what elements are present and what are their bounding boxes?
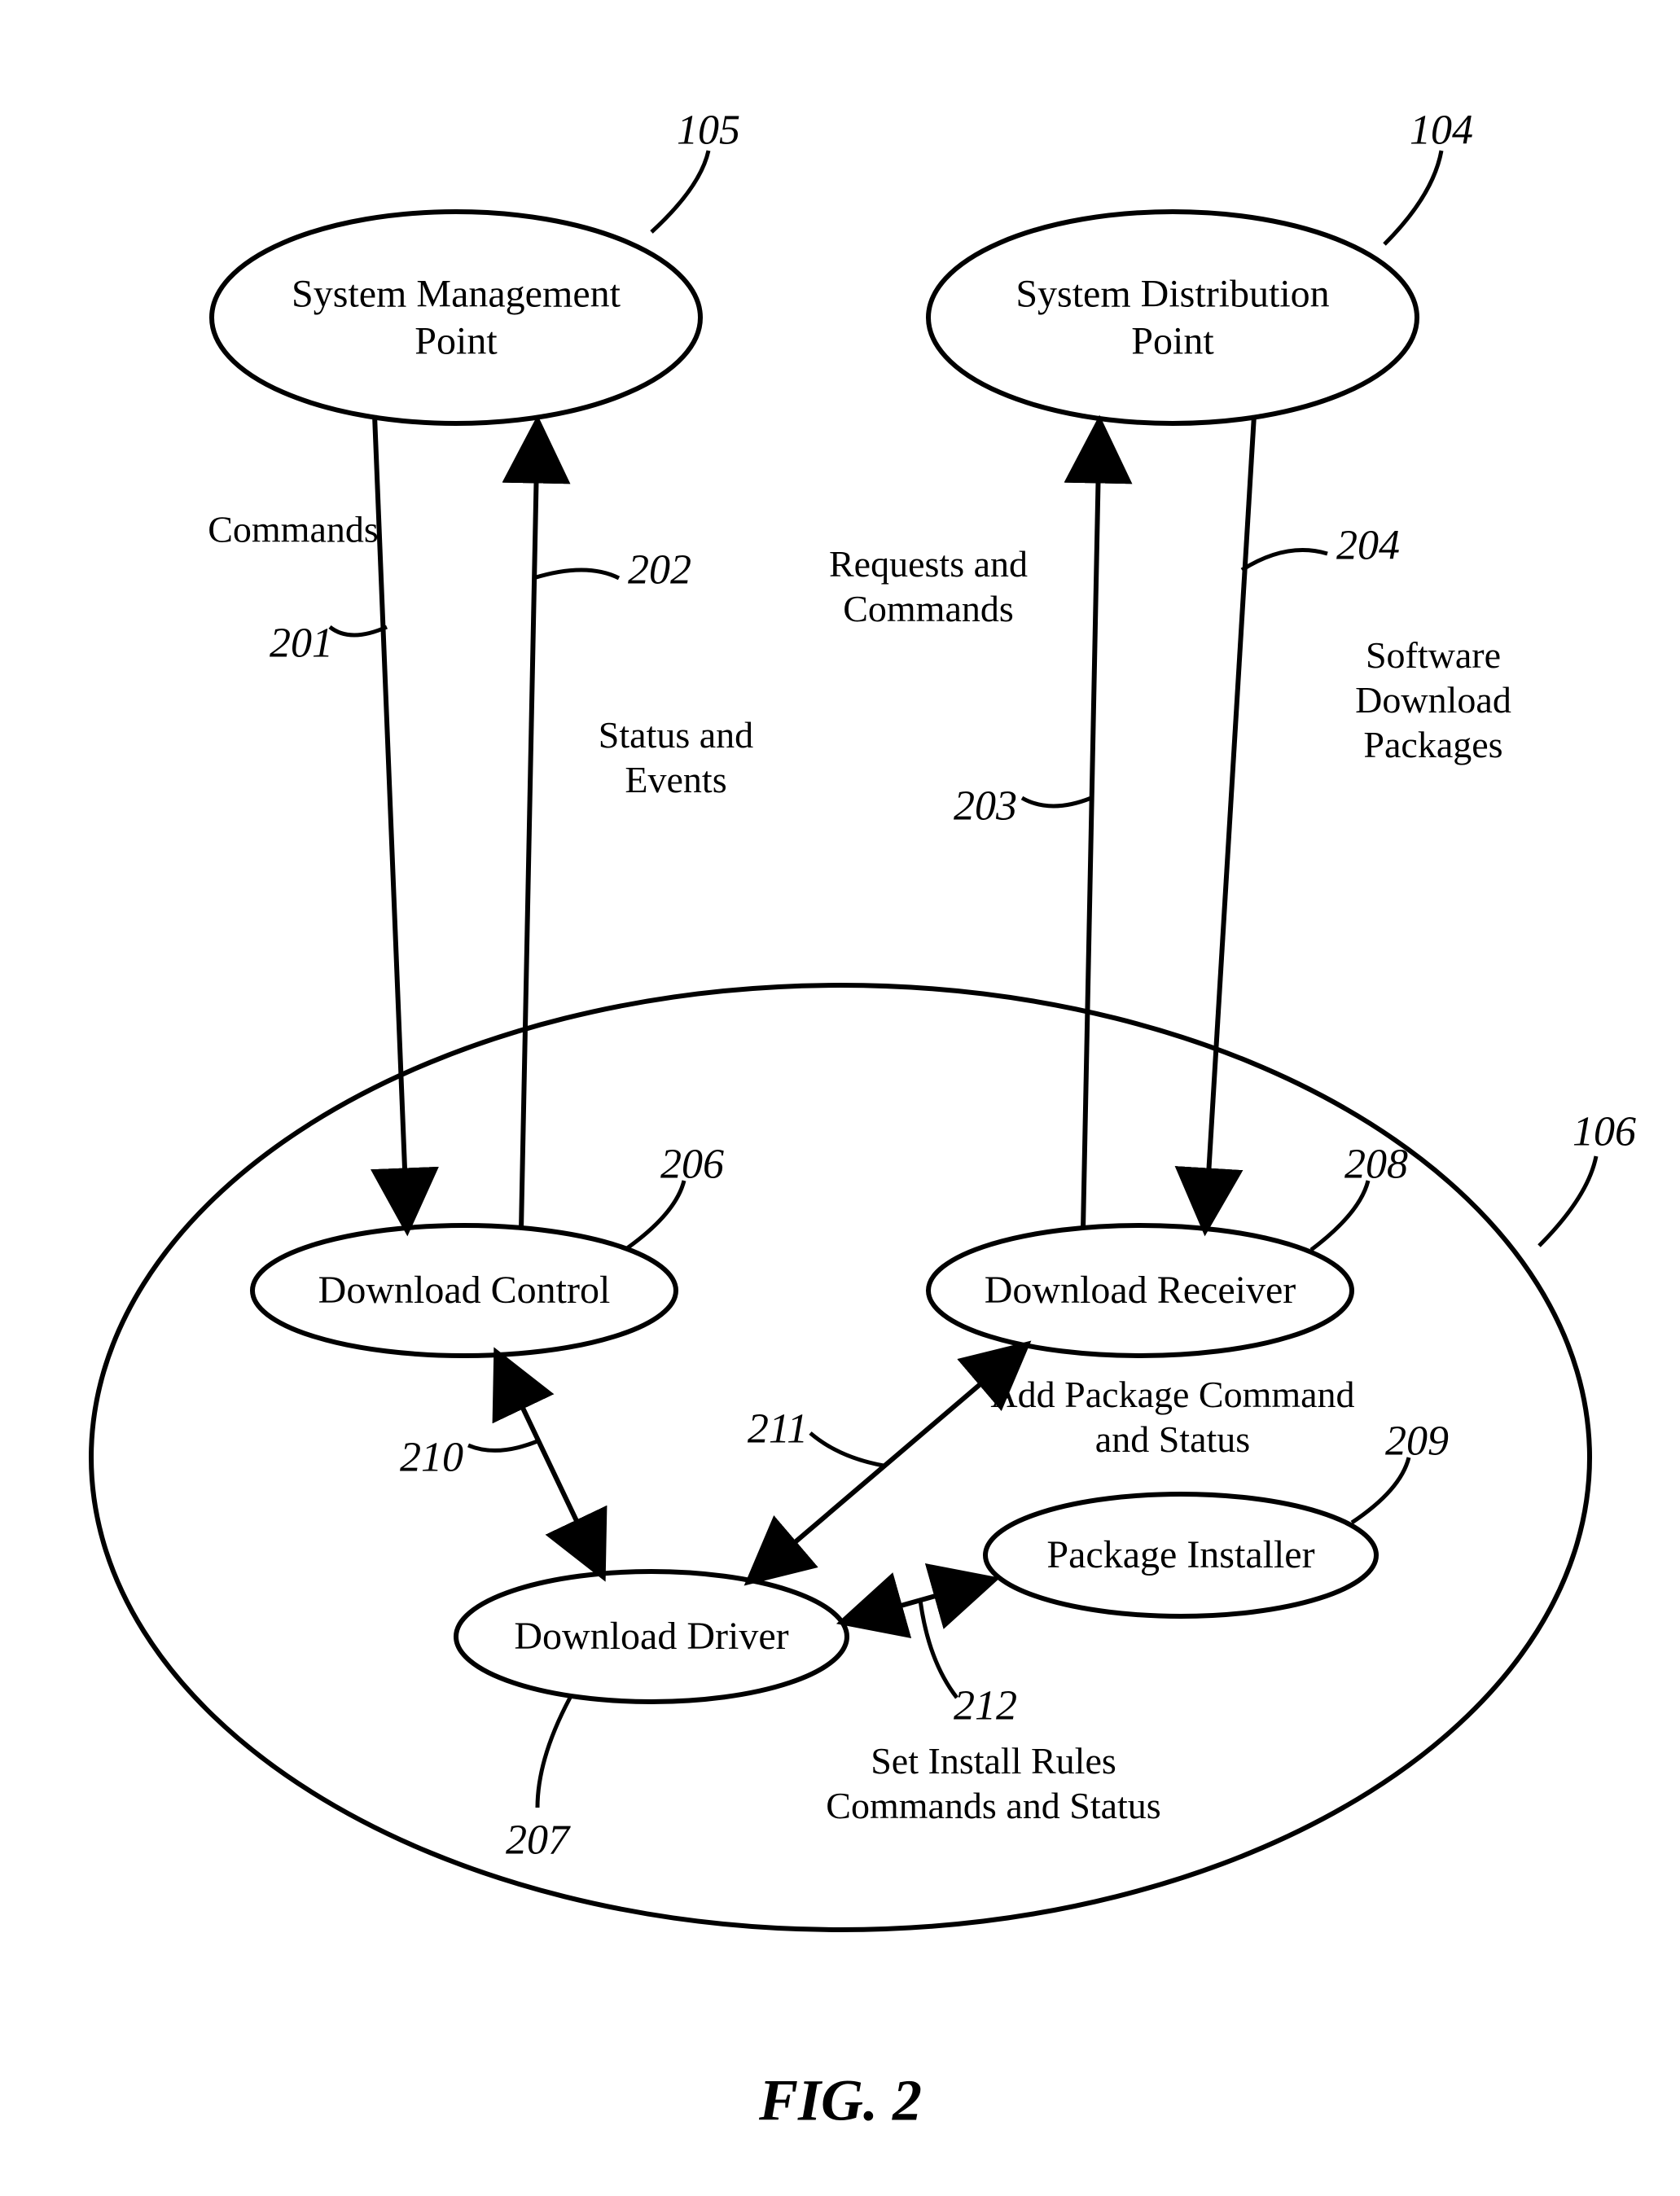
sys-dist-label: System Distribution Point (1015, 270, 1329, 364)
ref-105: 105 (677, 107, 740, 155)
arrow-202 (521, 422, 537, 1229)
leader-201 (330, 627, 387, 635)
commands-label: Commands (208, 506, 379, 551)
arrow-211 (749, 1345, 1026, 1581)
dl-receiver-label: Download Receiver (985, 1267, 1296, 1314)
leader-207 (537, 1698, 570, 1808)
leader-203 (1022, 798, 1091, 806)
arrow-212 (843, 1580, 994, 1622)
ref-202: 202 (628, 546, 691, 594)
sys-mgmt-label: System Management Point (292, 270, 621, 364)
leader-206 (627, 1181, 684, 1248)
diagram-stage: System Management Point System Distribut… (0, 0, 1680, 2196)
ref-209: 209 (1385, 1418, 1449, 1466)
ref-210: 210 (400, 1434, 463, 1482)
ref-104: 104 (1410, 107, 1473, 155)
dl-control-label: Download Control (318, 1267, 611, 1314)
arrow-210 (497, 1353, 603, 1576)
req-cmds-label: Requests and Commands (829, 541, 1028, 631)
arrow-203 (1083, 422, 1099, 1229)
status-events-label: Status and Events (599, 712, 753, 802)
dl-driver-label: Download Driver (514, 1613, 788, 1660)
ref-207: 207 (506, 1817, 569, 1865)
leader-204 (1242, 550, 1327, 571)
add-pkg-label: Add Package Command and Status (990, 1372, 1354, 1462)
figure-title: FIG. 2 (759, 2067, 922, 2135)
leader-106 (1539, 1156, 1596, 1246)
leader-209 (1352, 1457, 1409, 1523)
leader-104 (1384, 151, 1441, 244)
ref-201: 201 (270, 620, 333, 668)
pkg-installer-label: Package Installer (1046, 1532, 1314, 1579)
set-rules-label: Set Install Rules Commands and Status (826, 1738, 1160, 1828)
sw-pkgs-label: Software Download Packages (1355, 633, 1511, 768)
arrow-201 (375, 415, 407, 1229)
ref-106: 106 (1573, 1108, 1636, 1156)
leader-208 (1311, 1181, 1368, 1250)
ref-208: 208 (1344, 1141, 1408, 1189)
ref-204: 204 (1336, 522, 1400, 570)
leader-105 (651, 151, 708, 232)
leader-211 (810, 1433, 884, 1466)
leader-210 (468, 1441, 537, 1450)
leader-202 (533, 570, 619, 578)
ref-211: 211 (748, 1405, 808, 1453)
leader-212 (920, 1600, 957, 1698)
ref-203: 203 (954, 782, 1017, 831)
ref-206: 206 (660, 1141, 724, 1189)
diagram-svg (0, 0, 1680, 2196)
arrow-204 (1205, 415, 1254, 1229)
ref-212: 212 (954, 1682, 1017, 1730)
